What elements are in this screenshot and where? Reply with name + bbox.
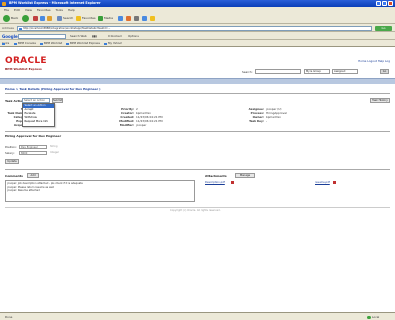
security-zone: Local intranet [367,315,391,320]
oracle-logo: ORACLE [5,56,47,66]
position-input[interactable]: Dev Engineer [19,144,47,149]
forward-arrow-icon[interactable] [22,15,29,22]
comment-item: jcooper: Resume attached [7,189,40,192]
ie-app-icon [2,1,6,6]
address-input[interactable]: http://localhost:8888/integration/workli… [17,25,372,31]
detail-value: bpmadmin [266,115,282,119]
page-content: ORACLE BPM Worklist Express Home Logout … [0,47,395,312]
breadcrumb[interactable]: Home > Task Details (Hiring Approval for… [5,87,101,91]
maximize-icon[interactable] [382,1,387,6]
messenger-icon[interactable] [150,15,155,21]
stop-icon[interactable] [33,15,38,21]
salary-type-hint: Integer [50,151,59,154]
search-scope-select[interactable]: My & Group [304,69,330,74]
media-button-label[interactable]: Media [104,16,113,21]
window-title: BPM Worklist Express - Microsoft Interne… [9,1,101,5]
global-links[interactable]: Home Logout Help Log [358,59,390,63]
favorites-star-icon[interactable] [76,15,81,21]
comments-list[interactable]: jcooper: Job description attached - pls … [5,180,195,202]
approval-title: Hiring Approval for Dev Engineer [5,134,62,138]
search-label: Search: [242,70,253,74]
favorites-button-label[interactable]: Favorites [82,16,96,21]
search-button-label[interactable]: Search [63,16,73,21]
history-icon[interactable] [118,15,123,21]
google-logo: Google [2,33,18,39]
footer-copyright: Copyright (c) Oracle. All rights reserve… [170,209,221,212]
task-history-button[interactable]: Task History [370,98,390,103]
google-search-web-button[interactable]: Search Web [70,34,87,38]
refresh-icon[interactable] [40,15,45,21]
minimize-icon[interactable] [376,1,381,6]
divider [5,207,390,208]
browser-toolbar: Back Search Favorites Media [0,13,395,24]
status-bar: Done Local intranet [0,312,395,320]
address-bar: Address http://localhost:8888/integratio… [0,24,395,32]
detail-value: - [266,119,268,123]
salary-label: Salary: [5,151,15,155]
add-comment-button[interactable]: Add [27,173,39,178]
google-search-input[interactable] [18,33,66,39]
comments-panel: Comments Add jcooper: Job description at… [5,173,195,203]
worklist-search: Search: My & Group Assigned Go [200,69,390,75]
status-text: Done [5,315,13,319]
attachments-label: Attachments [205,174,227,178]
media-icon[interactable] [98,15,103,21]
links-bar: Links BPM Console BPM Worklist BPM Workl… [0,40,395,47]
window-controls [376,1,393,6]
task-details: Title: Hiring Approval Task Number: 1003… [5,107,390,129]
google-toolbar: Google Search Web ▮▮▮ 0 blocked Options [0,32,395,40]
link-bpm-console[interactable]: BPM Console [14,41,36,46]
attachments-panel: Attachments Manage Description.pdf resum… [205,173,390,203]
brand-bar [0,78,395,84]
go-button[interactable]: Go [375,25,392,31]
search-icon[interactable] [57,15,62,21]
google-popups-blocked[interactable]: 0 blocked [108,34,122,38]
search-status-select[interactable]: Assigned [332,69,358,74]
delete-attachment-icon[interactable] [333,181,336,184]
detail-label: Modifier: [119,123,134,127]
comments-label: Comments [5,174,23,178]
link-my-yahoo[interactable]: My Yahoo! [104,41,122,46]
approval-form: Hiring Approval for Dev Engineer Positio… [5,131,390,165]
update-button[interactable]: Update [5,159,19,164]
attachment-link[interactable]: resume.pdf [315,181,330,184]
detail-label: Task Key: [249,119,264,123]
task-action-dropdown: Select an Action Accept Escalate Withdra… [22,103,55,127]
close-icon[interactable] [388,1,393,6]
link-bpm-worklist[interactable]: BPM Worklist [40,41,62,46]
position-label: Position: [5,145,17,149]
google-options-button[interactable]: Options [128,34,139,38]
attachment-link[interactable]: Description.pdf [205,181,225,184]
window-titlebar: BPM Worklist Express - Microsoft Interne… [0,0,395,7]
search-input[interactable] [255,69,301,74]
salary-input[interactable]: 8000 [19,150,47,155]
manage-attachments-button[interactable]: Manage [235,173,255,178]
app-subtitle: BPM Worklist Express [5,67,42,71]
link-bpm-worklist-express[interactable]: BPM Worklist Express [66,41,100,46]
edit-icon[interactable] [142,15,147,21]
search-go-button[interactable]: Go [380,69,389,74]
detail-value: jcooper [136,123,147,127]
divider [5,169,390,170]
print-icon[interactable] [134,15,139,21]
home-icon[interactable] [47,15,52,21]
mail-icon[interactable] [126,15,131,21]
dropdown-option[interactable]: Request More Info [23,120,54,124]
links-label: Links [2,41,10,45]
address-label: Address [2,25,14,30]
delete-attachment-icon[interactable] [231,181,234,184]
back-button-label[interactable]: Back [11,16,18,21]
task-action-row: Task Actions: Select an Action Submit Ta… [5,97,390,105]
position-type-hint: String [50,145,58,148]
divider [5,93,390,94]
back-arrow-icon[interactable] [3,15,10,22]
google-pagerank-icon: ▮▮▮ [92,34,97,38]
